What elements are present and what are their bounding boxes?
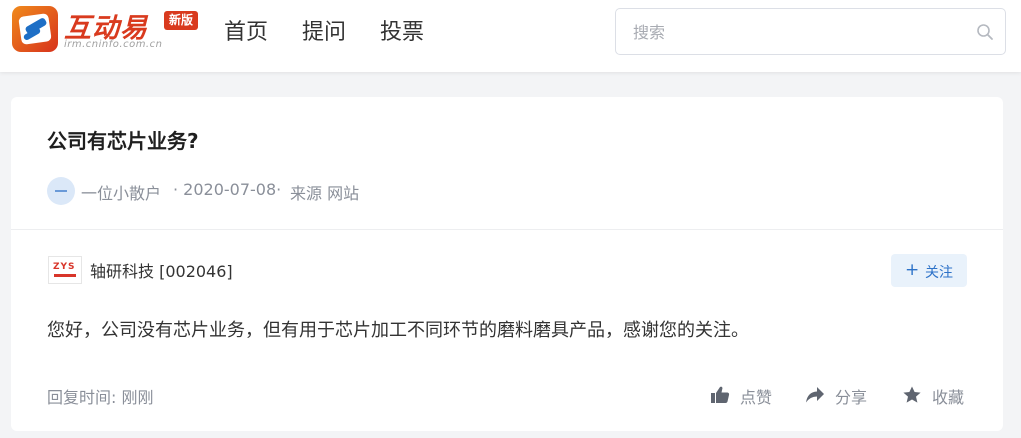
share-button[interactable]: 分享 [805,384,877,408]
answer-text: 您好，公司没有芯片业务，但有用于芯片加工不同环节的磨料磨具产品，感谢您的关注。 [47,320,749,341]
question-date: · 2020-07-08· [173,180,282,199]
new-version-badge: 新版 [164,11,199,30]
follow-button[interactable]: + 关注 [891,254,967,287]
favorite-button[interactable]: 收藏 [902,384,974,408]
follow-label: 关注 [925,265,953,281]
divider [11,229,1003,230]
search-icon[interactable] [976,23,994,41]
plus-icon: + [905,260,920,280]
like-button[interactable]: 点赞 [710,384,782,408]
thumbs-up-icon [711,386,730,403]
nav-ask[interactable]: 提问 [302,18,346,48]
logo-icon [12,6,58,52]
question-title: 公司有芯片业务? [47,129,199,153]
top-header: 互动易 irm.cninfo.com.cn 新版 首页 提问 投票 [0,0,1021,72]
nav-home[interactable]: 首页 [224,18,268,48]
reply-time: 回复时间: 刚刚 [47,388,154,407]
logo-url: irm.cninfo.com.cn [64,39,163,50]
nav-vote[interactable]: 投票 [380,18,424,48]
share-arrow-icon [806,387,824,403]
avatar[interactable] [47,177,75,205]
company-logo[interactable]: ZYS [48,256,82,284]
qa-card: 公司有芯片业务? 一位小散户 · 2020-07-08· 来源 网站 ZYS 轴… [11,97,1003,431]
company-name[interactable]: 轴研科技 [002046] [90,258,233,282]
search-input[interactable] [633,21,963,43]
search-box [615,8,1006,55]
asker-name[interactable]: 一位小散户 [81,180,161,204]
question-source: 来源 网站 [290,184,360,203]
like-label: 点赞 [740,388,773,407]
favorite-label: 收藏 [932,388,965,407]
share-label: 分享 [835,388,868,407]
star-icon [903,386,921,403]
site-logo[interactable]: 互动易 irm.cninfo.com.cn 新版 [12,6,207,54]
